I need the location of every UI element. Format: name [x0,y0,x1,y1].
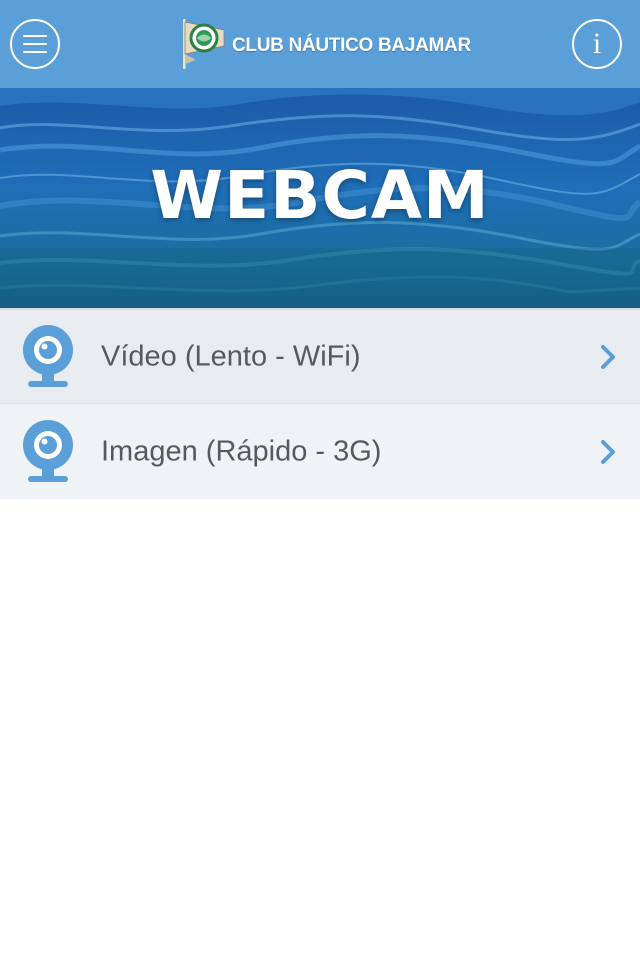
list-item-video[interactable]: Vídeo (Lento - WiFi) [0,308,640,403]
chevron-right-icon [601,439,615,464]
list-item-image[interactable]: Imagen (Rápido - 3G) [0,403,640,499]
hamburger-menu-icon [23,35,47,53]
chevron-right-icon [601,344,615,369]
info-icon: i [592,27,602,60]
list-item-label: Vídeo (Lento - WiFi) [101,340,361,372]
club-emblem-icon [183,19,225,69]
hero-banner: WEBCAM [0,88,640,308]
webcam-options-list: Vídeo (Lento - WiFi) Imagen (Rápido - 3G… [0,308,640,499]
info-button[interactable]: i [572,19,622,69]
list-item-label: Imagen (Rápido - 3G) [101,435,382,467]
menu-button[interactable] [10,19,60,69]
app-header: CLUB NÁUTICO BAJAMAR i [0,0,640,88]
club-name: CLUB NÁUTICO BAJAMAR [232,35,471,56]
club-logo: CLUB NÁUTICO BAJAMAR [178,16,471,72]
webcam-icon [23,324,73,387]
webcam-icon [23,419,73,482]
page-title: WEBCAM [150,156,490,234]
